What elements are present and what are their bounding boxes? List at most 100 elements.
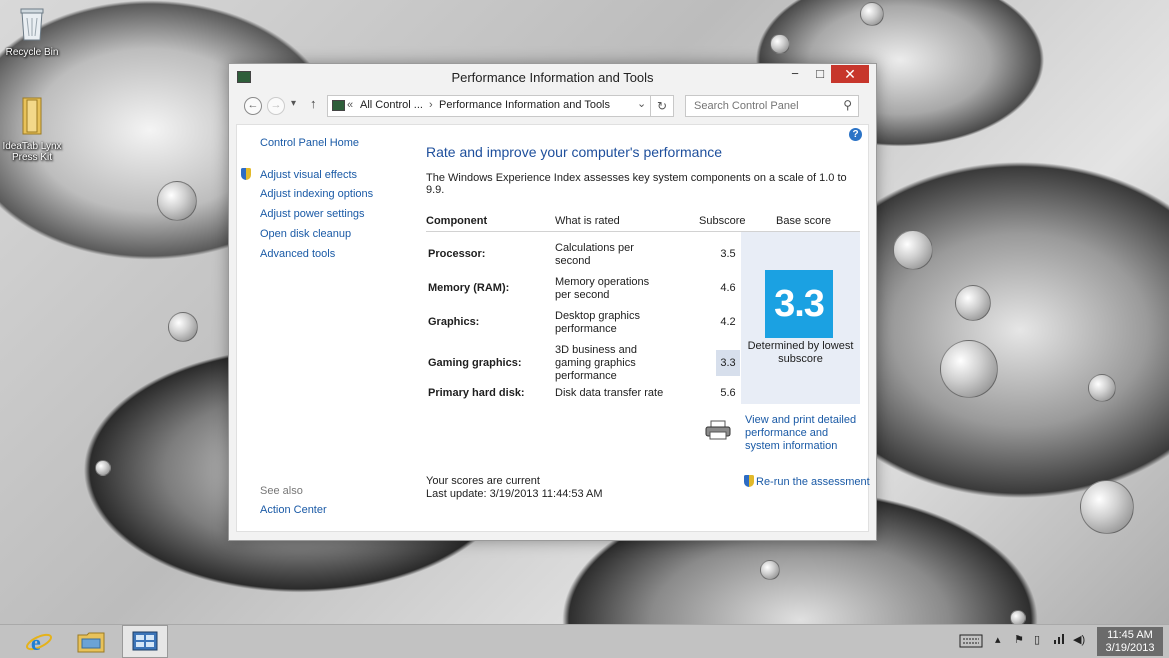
sidebar-item-advanced-tools[interactable]: Advanced tools	[260, 248, 335, 260]
row-component: Gaming graphics:	[428, 357, 522, 369]
volume-icon[interactable]: ◀)	[1073, 633, 1085, 646]
row-what-is-rated: Desktop graphics performance	[555, 310, 640, 335]
minimize-button[interactable]: −	[781, 65, 809, 83]
uac-shield-icon	[744, 475, 754, 487]
breadcrumb-current[interactable]: Performance Information and Tools	[439, 99, 610, 111]
clock-date: 3/19/2013	[1105, 642, 1155, 654]
main-pane: Rate and improve your computer's perform…	[426, 125, 870, 531]
control-panel-icon	[132, 631, 158, 650]
address-bar[interactable]: « All Control ... › Performance Informat…	[327, 95, 651, 117]
droplet	[893, 230, 933, 270]
clock-time: 11:45 AM	[1107, 629, 1153, 641]
row-subscore: 4.2	[720, 316, 736, 328]
breadcrumb-overflow[interactable]: «	[347, 99, 353, 111]
sidebar-item-label: Adjust visual effects	[260, 169, 358, 181]
control-panel-icon	[332, 100, 345, 111]
internet-explorer-button[interactable]: e	[16, 625, 62, 658]
maximize-button[interactable]: □	[806, 65, 834, 83]
column-header-subscore: Subscore	[699, 215, 746, 227]
droplet	[760, 560, 780, 580]
breadcrumb-parent[interactable]: All Control ...	[360, 99, 423, 111]
uac-shield-icon	[241, 168, 251, 180]
address-dropdown-icon[interactable]: ⌄	[637, 97, 646, 110]
column-header-what-is-rated: What is rated	[555, 215, 620, 227]
score-table: Component What is rated Subscore Base sc…	[426, 209, 860, 404]
desktop-icon-recycle-bin[interactable]: Recycle Bin	[0, 6, 64, 58]
droplet	[955, 285, 991, 321]
network-signal-icon[interactable]	[1053, 631, 1067, 648]
internet-explorer-icon: e	[26, 630, 52, 655]
droplet	[157, 181, 197, 221]
breadcrumb-separator[interactable]: ›	[429, 99, 433, 111]
row-component: Primary hard disk:	[428, 387, 525, 399]
desktop-icon-press-kit[interactable]: IdeaTab Lynx Press Kit	[0, 96, 64, 163]
row-subscore: 3.5	[720, 248, 736, 260]
recycle-bin-icon	[0, 6, 64, 45]
back-button[interactable]: ←	[244, 97, 262, 115]
row-what-is-rated: 3D business and gaming graphics performa…	[555, 344, 637, 382]
page-description: The Windows Experience Index assesses ke…	[426, 172, 847, 196]
file-explorer-button[interactable]	[68, 625, 114, 658]
performance-window: Performance Information and Tools − □ ✕ …	[228, 63, 877, 541]
left-pane: Control Panel Home Adjust visual effects…	[237, 125, 415, 531]
sidebar-item-adjust-indexing-options[interactable]: Adjust indexing options	[260, 188, 373, 200]
desktop-icon-label: Recycle Bin	[5, 47, 59, 58]
sidebar-item-open-disk-cleanup[interactable]: Open disk cleanup	[260, 228, 351, 240]
navigation-bar: ← → ▾ ↑ « All Control ... › Performance …	[236, 92, 869, 120]
see-also-heading: See also	[260, 485, 303, 497]
title-bar[interactable]: Performance Information and Tools − □ ✕	[229, 64, 876, 90]
sidebar-item-adjust-visual-effects[interactable]: Adjust visual effects	[241, 168, 357, 181]
action-center-flag-icon[interactable]: ⚑	[1014, 633, 1024, 646]
row-subscore-lowest: 3.3	[716, 350, 740, 376]
page-title: Rate and improve your computer's perform…	[426, 144, 723, 160]
recent-locations-button[interactable]: ▾	[291, 98, 296, 109]
forward-button[interactable]: →	[267, 97, 285, 115]
base-score-badge: 3.3	[765, 270, 833, 338]
row-component: Graphics:	[428, 316, 480, 328]
table-body: Processor: Calculations per second 3.5 M…	[426, 232, 860, 404]
folder-icon	[0, 96, 64, 139]
search-icon[interactable]: ⚲	[843, 98, 852, 112]
droplet	[860, 2, 884, 26]
scores-current-text: Your scores are current	[426, 475, 540, 487]
droplet	[95, 460, 111, 476]
last-update-text: Last update: 3/19/2013 11:44:53 AM	[426, 488, 603, 500]
search-input[interactable]	[692, 99, 836, 113]
droplet	[940, 340, 998, 398]
desktop-icon-label: IdeaTab Lynx Press Kit	[2, 141, 62, 163]
show-hidden-icons-icon[interactable]: ▴	[995, 633, 1001, 646]
printer-icon	[705, 420, 731, 440]
folder-icon	[77, 632, 105, 652]
window-title: Performance Information and Tools	[451, 70, 654, 85]
control-panel-home-link[interactable]: Control Panel Home	[260, 137, 359, 149]
content-area: Control Panel Home Adjust visual effects…	[236, 124, 870, 532]
close-button[interactable]: ✕	[831, 65, 869, 83]
battery-icon[interactable]: ▯	[1034, 633, 1040, 646]
rerun-assessment-link[interactable]: Re-run the assessment	[744, 475, 870, 488]
base-score-note: Determined by lowest subscore	[747, 340, 854, 365]
row-what-is-rated: Disk data transfer rate	[555, 387, 664, 399]
control-panel-taskbar-button[interactable]	[122, 625, 168, 658]
svg-text:e: e	[31, 630, 41, 655]
taskbar-clock[interactable]: 11:45 AM 3/19/2013	[1097, 627, 1163, 656]
refresh-button[interactable]: ↻	[650, 95, 674, 117]
action-center-link[interactable]: Action Center	[260, 504, 327, 516]
touch-keyboard-icon[interactable]	[959, 634, 983, 651]
column-header-component: Component	[426, 215, 488, 227]
search-box[interactable]: ⚲	[685, 95, 859, 117]
base-score-column: 3.3 Determined by lowest subscore	[741, 232, 860, 404]
view-print-details-link[interactable]: View and print detailed performance and …	[745, 414, 865, 453]
droplet	[1088, 374, 1116, 402]
row-subscore: 4.6	[720, 282, 736, 294]
sidebar-item-adjust-power-settings[interactable]: Adjust power settings	[260, 208, 365, 220]
droplet	[770, 34, 790, 54]
table-header: Component What is rated Subscore Base sc…	[426, 209, 860, 232]
droplet	[168, 312, 198, 342]
up-button[interactable]: ↑	[310, 96, 317, 111]
row-what-is-rated: Memory operations per second	[555, 276, 650, 301]
rerun-label: Re-run the assessment	[756, 476, 870, 488]
row-subscore: 5.6	[720, 387, 736, 399]
column-header-base-score: Base score	[776, 215, 832, 227]
score-status: Your scores are current Last update: 3/1…	[426, 475, 603, 501]
droplet	[1080, 480, 1134, 534]
